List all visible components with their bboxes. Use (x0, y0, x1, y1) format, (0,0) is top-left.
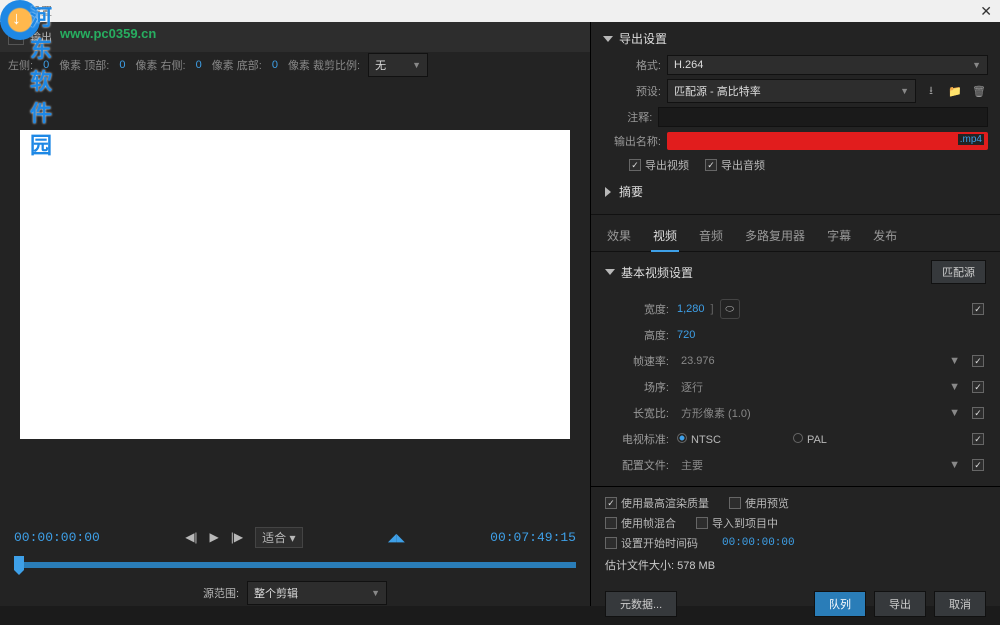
summary-header[interactable]: 摘要 (603, 183, 988, 200)
estimate-size: 578 MB (677, 560, 715, 572)
current-time[interactable]: 00:00:00:00 (14, 530, 100, 545)
basic-video-header[interactable]: 基本视频设置 匹配源 (605, 260, 986, 284)
export-video-checkbox[interactable]: 导出视频 (629, 157, 689, 173)
close-icon[interactable]: ✕ (952, 3, 992, 20)
tab-audio[interactable]: 音频 (697, 223, 725, 251)
pal-radio[interactable]: PAL (793, 433, 827, 446)
settings-panel: 导出设置 格式: H.264▼ 预设: 匹配源 - 高比特率▼ ⭳ 📁 🗑 注释… (590, 22, 1000, 606)
field-dropdown[interactable]: 逐行▼ (677, 377, 964, 397)
format-dropdown[interactable]: H.264▼ (667, 55, 988, 75)
aspect-dropdown[interactable]: 方形像素 (1.0)▼ (677, 403, 964, 423)
link-icon[interactable]: ⬭ (720, 299, 740, 319)
delete-preset-icon[interactable]: 🗑 (970, 82, 988, 100)
export-audio-checkbox[interactable]: 导出音频 (705, 157, 765, 173)
preview-panel: 输出 左侧:0 像素 顶部:0 像素 右侧:0 像素 底部:0 像素 裁剪比例:… (0, 22, 590, 606)
height-value[interactable]: 720 (677, 329, 695, 341)
field-auto-checkbox[interactable] (972, 381, 984, 393)
output-name-link[interactable]: .mp4 (667, 132, 988, 150)
tab-captions[interactable]: 字幕 (825, 223, 853, 251)
start-timecode[interactable]: 00:00:00:00 (722, 537, 795, 549)
profile-dropdown[interactable]: 主要▼ (677, 455, 964, 475)
twisty-down-icon (603, 36, 613, 42)
source-output-tabs: 输出 (0, 22, 590, 52)
crop-ratio-dropdown[interactable]: 无▼ (368, 53, 428, 77)
ntsc-radio[interactable]: NTSC (677, 433, 721, 446)
fps-auto-checkbox[interactable] (972, 355, 984, 367)
frame-blend-checkbox[interactable]: 使用帧混合 (605, 515, 676, 531)
source-range-dropdown[interactable]: 整个剪辑▼ (247, 581, 387, 605)
crop-icon[interactable] (8, 29, 24, 45)
twisty-down-icon (605, 269, 615, 275)
marker-icon[interactable]: ◢◣ (388, 531, 405, 544)
source-range-label: 源范围: (203, 585, 239, 601)
match-source-button[interactable]: 匹配源 (931, 260, 986, 284)
preset-dropdown[interactable]: 匹配源 - 高比特率▼ (667, 79, 916, 103)
prev-frame-icon[interactable]: ◀| (185, 530, 197, 544)
queue-button[interactable]: 队列 (814, 591, 866, 617)
width-auto-checkbox[interactable] (972, 303, 984, 315)
tab-publish[interactable]: 发布 (871, 223, 899, 251)
profile-auto-checkbox[interactable] (972, 459, 984, 471)
export-settings-header[interactable]: 导出设置 (603, 30, 988, 47)
preview-canvas (20, 130, 570, 439)
settings-tabs: 效果 视频 音频 多路复用器 字幕 发布 (591, 215, 1000, 252)
timeline[interactable] (14, 556, 576, 576)
window-title: 导出设置 (8, 3, 52, 19)
zoom-dropdown[interactable]: 适合 ▾ (255, 527, 302, 548)
play-icon[interactable]: ▶ (210, 530, 219, 544)
output-tab[interactable]: 输出 (30, 29, 52, 45)
duration-time: 00:07:49:15 (490, 530, 576, 545)
crop-controls: 左侧:0 像素 顶部:0 像素 右侧:0 像素 底部:0 像素 裁剪比例: 无▼ (0, 52, 590, 78)
export-button[interactable]: 导出 (874, 591, 926, 617)
tab-video[interactable]: 视频 (651, 223, 679, 252)
import-project-checkbox[interactable]: 导入到项目中 (696, 515, 778, 531)
cancel-button[interactable]: 取消 (934, 591, 986, 617)
width-value[interactable]: 1,280 (677, 303, 705, 315)
import-preset-icon[interactable]: 📁 (946, 82, 964, 100)
tv-auto-checkbox[interactable] (972, 433, 984, 445)
playhead[interactable] (14, 556, 24, 570)
tab-mux[interactable]: 多路复用器 (743, 223, 807, 251)
aspect-auto-checkbox[interactable] (972, 407, 984, 419)
tab-effects[interactable]: 效果 (605, 223, 633, 251)
max-quality-checkbox[interactable]: 使用最高渲染质量 (605, 495, 709, 511)
titlebar: 导出设置 ✕ (0, 0, 1000, 22)
set-timecode-checkbox[interactable]: 设置开始时间码 (605, 535, 698, 551)
use-preview-checkbox[interactable]: 使用预览 (729, 495, 789, 511)
save-preset-icon[interactable]: ⭳ (922, 82, 940, 100)
next-frame-icon[interactable]: |▶ (231, 530, 243, 544)
fps-dropdown[interactable]: 23.976▼ (677, 353, 964, 369)
metadata-button[interactable]: 元数据... (605, 591, 677, 617)
comment-input[interactable] (658, 107, 988, 127)
twisty-right-icon (605, 187, 611, 197)
playback-bar: 00:00:00:00 ◀| ▶ |▶ 适合 ▾ ◢◣ 00:07:49:15 (0, 522, 590, 552)
